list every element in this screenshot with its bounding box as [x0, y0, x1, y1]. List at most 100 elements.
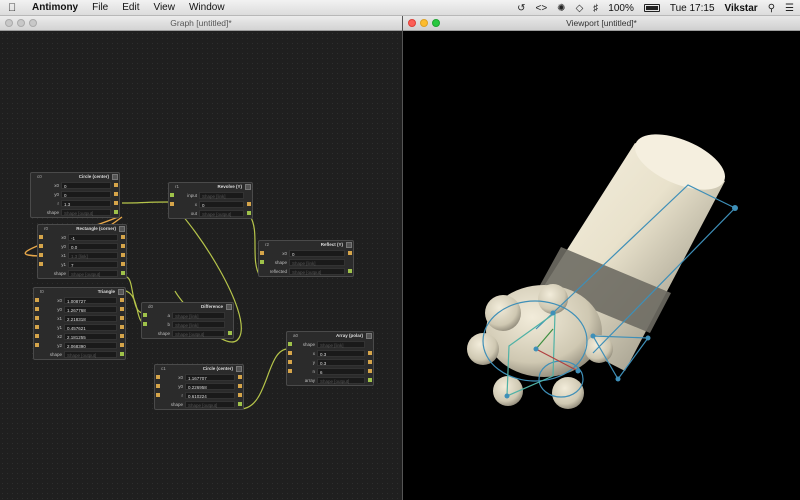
row-value[interactable]: 1.267768: [64, 306, 117, 313]
wifi-icon[interactable]: ◇: [576, 3, 584, 14]
port-out[interactable]: [247, 202, 251, 206]
port-out[interactable]: [238, 402, 242, 406]
node-header[interactable]: d0 Difference: [142, 303, 233, 311]
port-in[interactable]: [288, 360, 292, 364]
node-menu-button[interactable]: [346, 242, 352, 248]
bluetooth-icon[interactable]: ✺: [557, 3, 565, 14]
row-value[interactable]: 0: [61, 182, 111, 189]
port-in[interactable]: [260, 260, 264, 264]
node-reflect-r2[interactable]: r2 Reflect (Y) x0 0 shape Shape [link] ref…: [258, 240, 354, 277]
port-in[interactable]: [35, 316, 39, 320]
port-in[interactable]: [260, 251, 264, 255]
row-value[interactable]: 1.167707: [185, 374, 235, 381]
volume-icon[interactable]: ♯: [593, 3, 598, 14]
port-out[interactable]: [368, 369, 372, 373]
port-out[interactable]: [114, 192, 118, 196]
user-name[interactable]: Vikstar: [725, 3, 758, 14]
row-value[interactable]: 1.3: [61, 200, 111, 207]
graph-titlebar[interactable]: Graph [untitled]*: [0, 16, 402, 31]
port-out[interactable]: [348, 269, 352, 273]
port-out[interactable]: [114, 183, 118, 187]
node-menu-button[interactable]: [226, 304, 232, 310]
node-circle-c0[interactable]: c0 Circle (center) x0 0 y0 0 r 1.3 shape Sha…: [30, 172, 120, 218]
clock[interactable]: Tue 17:15: [670, 3, 715, 14]
zoom-button[interactable]: [29, 19, 37, 27]
minimize-button[interactable]: [17, 19, 25, 27]
port-out[interactable]: [120, 307, 124, 311]
node-menu-button[interactable]: [119, 226, 125, 232]
port-out[interactable]: [120, 298, 124, 302]
port-in[interactable]: [156, 375, 160, 379]
notification-center-icon[interactable]: ☰: [785, 3, 794, 14]
row-value[interactable]: 1.3 [link]: [68, 252, 118, 259]
port-out[interactable]: [238, 393, 242, 397]
row-value[interactable]: 0.3: [317, 359, 365, 366]
port-out[interactable]: [121, 262, 125, 266]
code-icon[interactable]: <>: [535, 3, 547, 14]
row-value[interactable]: 0.457621: [64, 324, 117, 331]
node-header[interactable]: t0 Triangle: [34, 288, 125, 296]
row-value[interactable]: 0: [199, 201, 244, 208]
battery-percent[interactable]: 100%: [608, 3, 634, 14]
port-in[interactable]: [35, 334, 39, 338]
time-machine-icon[interactable]: ↺: [517, 3, 525, 14]
port-in[interactable]: [39, 253, 43, 257]
menu-edit[interactable]: Edit: [122, 2, 139, 13]
node-menu-button[interactable]: [245, 184, 251, 190]
node-circle-c1[interactable]: c1 Circle (center) x0 1.167707 y0 0.226958…: [154, 364, 244, 410]
node-array-a0[interactable]: a0 Array (polar) shape Shape [link] x 0.3 …: [286, 331, 374, 386]
row-value[interactable]: 1.008727: [64, 297, 117, 304]
port-out[interactable]: [120, 325, 124, 329]
port-in[interactable]: [156, 384, 160, 388]
port-in[interactable]: [170, 193, 174, 197]
menu-view[interactable]: View: [153, 2, 175, 13]
port-out[interactable]: [114, 210, 118, 214]
close-button[interactable]: [5, 19, 13, 27]
graph-canvas[interactable]: c0 Circle (center) x0 0 y0 0 r 1.3 shape Sha…: [0, 31, 402, 500]
port-in[interactable]: [39, 262, 43, 266]
port-out[interactable]: [120, 316, 124, 320]
viewport-titlebar[interactable]: Viewport [untitled]*: [403, 16, 800, 31]
node-menu-button[interactable]: [118, 289, 124, 295]
node-header[interactable]: r2 Reflect (Y): [259, 241, 353, 249]
row-value[interactable]: 6: [317, 368, 365, 375]
port-in[interactable]: [39, 235, 43, 239]
port-in[interactable]: [288, 369, 292, 373]
port-in[interactable]: [170, 202, 174, 206]
row-value[interactable]: 2.068390: [64, 342, 117, 349]
search-icon[interactable]: ⚲: [768, 3, 775, 14]
row-value[interactable]: 0: [61, 191, 111, 198]
row-value[interactable]: 0: [289, 250, 345, 257]
node-triangle-t0[interactable]: t0 Triangle x0 1.008727 y0 1.267768 x1 2.21…: [33, 287, 126, 360]
minimize-button[interactable]: [420, 19, 428, 27]
node-header[interactable]: c0 Circle (center): [31, 173, 119, 181]
port-in[interactable]: [156, 393, 160, 397]
port-out[interactable]: [120, 343, 124, 347]
port-in[interactable]: [35, 343, 39, 347]
port-out[interactable]: [121, 253, 125, 257]
port-out[interactable]: [368, 360, 372, 364]
node-difference-d0[interactable]: d0 Difference a Shape [link] b Shape [link…: [141, 302, 234, 339]
port-out[interactable]: [114, 201, 118, 205]
row-value[interactable]: 2.181255: [64, 333, 117, 340]
port-in[interactable]: [288, 342, 292, 346]
row-value[interactable]: 2.218318: [64, 315, 117, 322]
port-out[interactable]: [121, 271, 125, 275]
port-out[interactable]: [247, 211, 251, 215]
port-in[interactable]: [35, 325, 39, 329]
menu-window[interactable]: Window: [189, 2, 225, 13]
close-button[interactable]: [408, 19, 416, 27]
battery-icon[interactable]: [643, 4, 660, 12]
menu-app-name[interactable]: Antimony: [32, 2, 78, 13]
port-out[interactable]: [121, 244, 125, 248]
node-menu-button[interactable]: [236, 366, 242, 372]
row-value[interactable]: 0.610224: [185, 392, 235, 399]
revolved-shape-model[interactable]: [467, 123, 733, 409]
port-out[interactable]: [228, 331, 232, 335]
node-menu-button[interactable]: [112, 174, 118, 180]
port-out[interactable]: [238, 384, 242, 388]
port-in[interactable]: [35, 307, 39, 311]
zoom-button[interactable]: [432, 19, 440, 27]
port-in[interactable]: [39, 244, 43, 248]
node-header[interactable]: r0 Rectangle (corner): [38, 225, 126, 233]
